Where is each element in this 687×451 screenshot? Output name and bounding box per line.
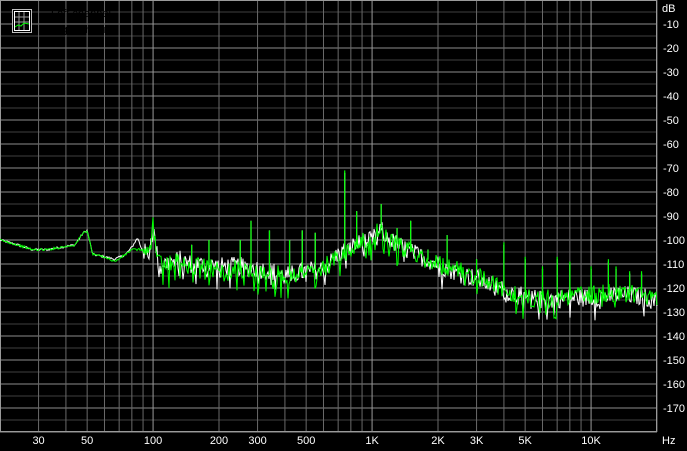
y-tick-label: -130 bbox=[663, 307, 685, 319]
y-tick-label: -80 bbox=[663, 187, 679, 199]
x-tick-label: 50 bbox=[81, 435, 93, 447]
y-axis-unit-label: dB bbox=[662, 3, 675, 15]
x-tick-label: 10K bbox=[581, 435, 601, 447]
y-tick-label: -160 bbox=[663, 379, 685, 391]
y-tick-label: -40 bbox=[663, 91, 679, 103]
x-tick-label: 500 bbox=[297, 435, 315, 447]
y-tick-label: -170 bbox=[663, 403, 685, 415]
x-axis-labels: 30 50 100 200 300 500 1K 2K 3K 5K 10K bbox=[32, 435, 601, 447]
x-tick-label: 300 bbox=[248, 435, 266, 447]
y-tick-label: -30 bbox=[663, 67, 679, 79]
legend-entry-right: Right channel bbox=[51, 24, 119, 36]
legend: Left channel Right channel bbox=[7, 4, 132, 40]
x-tick-label: 3K bbox=[470, 435, 484, 447]
x-tick-label: 5K bbox=[518, 435, 532, 447]
y-tick-label: -10 bbox=[663, 19, 679, 31]
spectrum-chart: -10 -20 -30 -40 -50 -60 -70 -80 -90 -100 -110 -120 -… bbox=[0, 0, 685, 447]
y-tick-label: -120 bbox=[663, 283, 685, 295]
y-tick-label: -110 bbox=[663, 259, 684, 271]
y-tick-label: -90 bbox=[663, 211, 679, 223]
y-tick-label: -60 bbox=[663, 139, 679, 151]
legend-entry-left: Left channel bbox=[51, 8, 111, 20]
y-tick-label: -70 bbox=[663, 163, 679, 175]
y-tick-label: -150 bbox=[663, 355, 685, 367]
x-tick-label: 200 bbox=[210, 435, 228, 447]
x-axis-unit-label: Hz bbox=[662, 435, 675, 447]
y-tick-label: -100 bbox=[663, 235, 685, 247]
y-tick-label: -50 bbox=[663, 115, 679, 127]
x-tick-label: 2K bbox=[431, 435, 445, 447]
x-tick-label: 30 bbox=[32, 435, 44, 447]
y-tick-label: -20 bbox=[663, 43, 679, 55]
legend-chart-icon[interactable] bbox=[12, 9, 32, 33]
x-tick-label: 1K bbox=[365, 435, 379, 447]
mini-chart-icon bbox=[14, 11, 30, 31]
y-axis-labels: -10 -20 -30 -40 -50 -60 -70 -80 -90 -100 -110 -120 -… bbox=[663, 19, 685, 415]
x-tick-label: 100 bbox=[144, 435, 162, 447]
y-tick-label: -140 bbox=[663, 331, 685, 343]
